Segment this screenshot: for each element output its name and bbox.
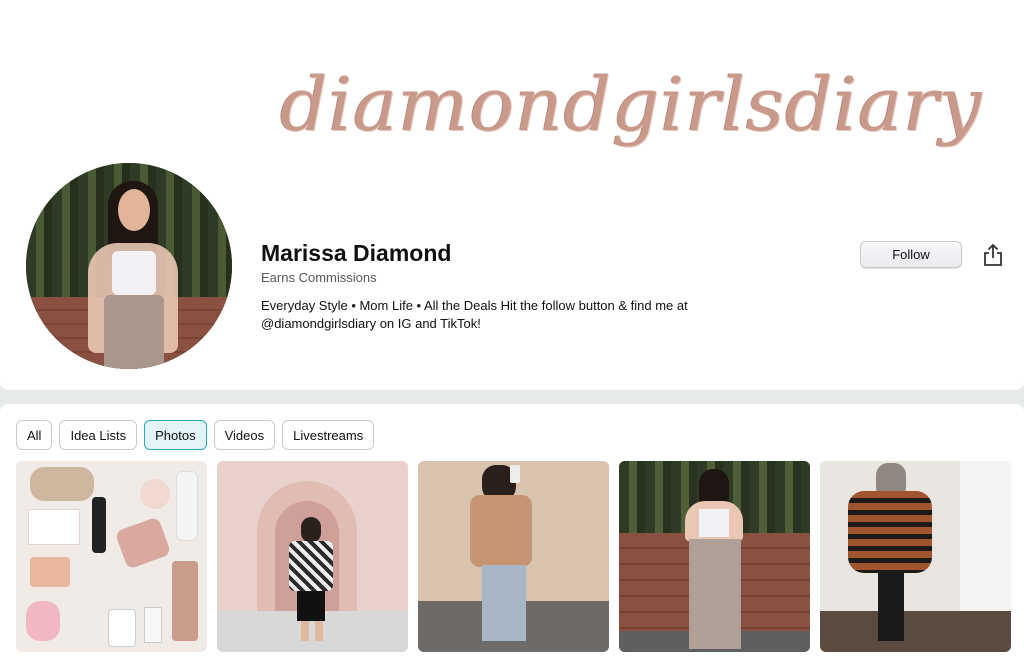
- tab-idea-lists[interactable]: Idea Lists: [59, 420, 138, 450]
- follow-button[interactable]: Follow: [860, 241, 962, 268]
- tab-photos[interactable]: Photos: [144, 420, 207, 450]
- tab-all[interactable]: All: [16, 420, 53, 450]
- photo-tile-cactus-wall-outfit[interactable]: [619, 461, 810, 652]
- photo-tile-product-flatlay[interactable]: [16, 461, 207, 652]
- profile-header: diamondgirlsdiary Marissa Diamond Earns …: [0, 0, 1024, 390]
- avatar[interactable]: [26, 163, 232, 369]
- banner-logo-text: diamondgirlsdiary: [280, 62, 983, 148]
- profile-bio: Everyday Style • Mom Life • All the Deal…: [261, 298, 688, 331]
- photo-tile-arch-outfit[interactable]: [217, 461, 408, 652]
- share-icon[interactable]: [982, 243, 1004, 267]
- photo-grid: [16, 461, 1011, 652]
- profile-banner: diamondgirlsdiary: [280, 30, 1020, 210]
- tab-livestreams[interactable]: Livestreams: [282, 420, 375, 450]
- photo-tile-blazer-mirror-selfie[interactable]: [418, 461, 609, 652]
- earns-commissions-label: Earns Commissions: [261, 270, 377, 285]
- content-section: All Idea Lists Photos Videos Livestreams: [0, 404, 1024, 656]
- photo-tile-striped-sweater-selfie[interactable]: [820, 461, 1011, 652]
- content-tabs: All Idea Lists Photos Videos Livestreams: [16, 420, 375, 450]
- profile-name: Marissa Diamond: [261, 240, 452, 266]
- tab-videos[interactable]: Videos: [213, 420, 276, 450]
